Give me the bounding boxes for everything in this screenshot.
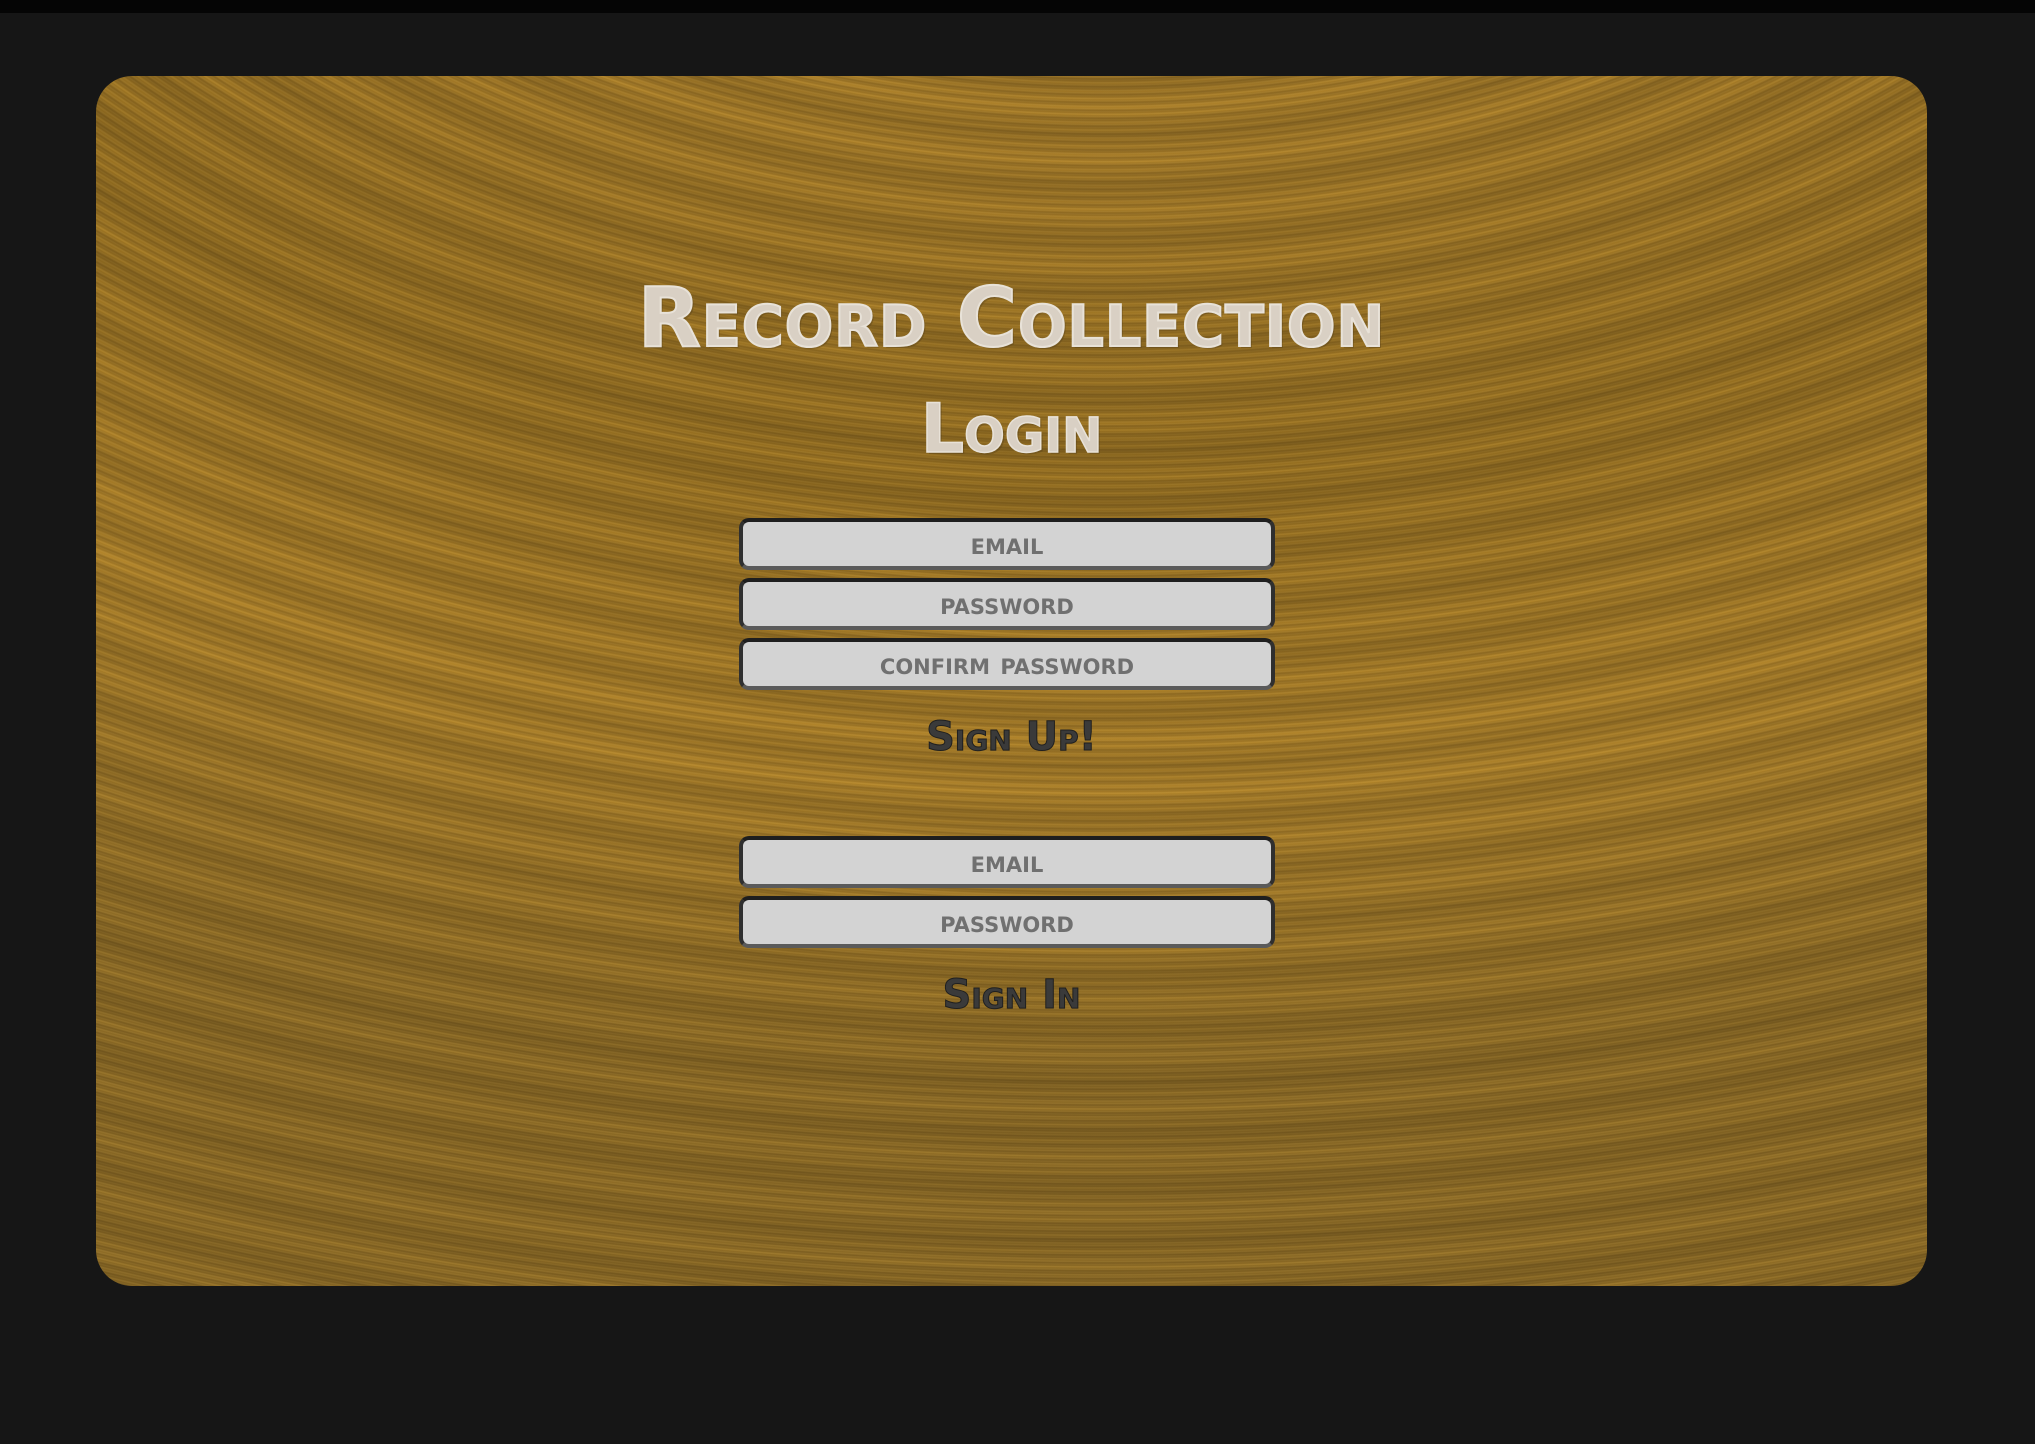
signin-email-field[interactable] (739, 836, 1275, 888)
sign-up-button[interactable]: Sign Up! (96, 714, 1927, 761)
window-top-bar (0, 0, 2035, 13)
page-title: Login (920, 389, 1103, 470)
sign-in-button[interactable]: Sign In (96, 972, 1927, 1019)
signup-password-field[interactable] (739, 578, 1275, 630)
signup-email-field[interactable] (739, 518, 1275, 570)
signin-password-field[interactable] (739, 896, 1275, 948)
app-title: Record Collection (637, 270, 1386, 367)
login-panel: Record Collection Login Sign Up! Sign In (96, 76, 1927, 1286)
signup-confirm-password-field[interactable] (739, 638, 1275, 690)
